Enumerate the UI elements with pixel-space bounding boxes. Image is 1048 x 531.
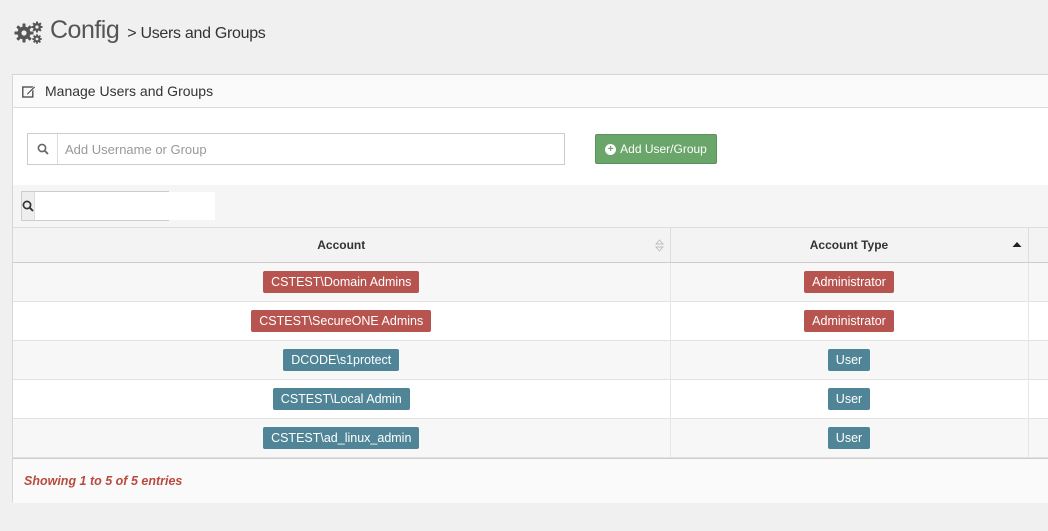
table-row[interactable]: DCODE\s1protect User [13,340,1048,380]
search-icon [22,192,35,220]
account-cell: CSTEST\ad_linux_admin [13,418,671,458]
account-label[interactable]: CSTEST\Local Admin [272,388,410,410]
table-info: Showing 1 to 5 of 5 entries [13,458,1048,503]
account-cell: CSTEST\Local Admin [13,379,671,419]
table-row[interactable]: CSTEST\ad_linux_admin User [13,418,1048,458]
table-filter-field[interactable] [21,191,215,221]
account-type-badge: User [827,388,871,410]
table-filter-input[interactable] [35,192,215,220]
extra-cell [1028,301,1048,341]
column-header-account[interactable]: Account [13,227,671,263]
account-type-badge: Administrator [804,271,894,293]
gears-icon [14,21,43,44]
column-header-account-type-label: Account Type [809,238,889,252]
account-type-cell: User [670,379,1029,419]
column-header-account-type[interactable]: Account Type [670,227,1029,263]
users-table-body: CSTEST\Domain Admins Administrator CSTEST\… [13,262,1048,458]
column-header-extra [1028,227,1048,263]
search-icon [28,134,58,164]
account-cell: DCODE\s1protect [13,340,671,380]
table-row[interactable]: CSTEST\Local Admin User [13,379,1048,419]
account-type-cell: User [670,340,1029,380]
account-type-badge: Administrator [804,310,894,332]
extra-cell [1028,340,1048,380]
plus-circle-icon: + [605,143,617,155]
account-type-cell: Administrator [670,301,1029,341]
table-row[interactable]: CSTEST\SecureONE Admins Administrator [13,301,1048,341]
account-type-badge: User [827,349,871,371]
extra-cell [1028,262,1048,302]
add-user-row: + Add User/Group [27,133,717,165]
panel-heading: Manage Users and Groups [13,75,1048,108]
account-cell: CSTEST\SecureONE Admins [13,301,671,341]
page-title: Config [50,16,120,44]
add-username-input[interactable] [58,134,564,164]
add-username-field[interactable] [27,133,565,165]
account-label[interactable]: CSTEST\SecureONE Admins [251,310,432,332]
sort-ascending-icon [1012,242,1021,247]
extra-cell [1028,418,1048,458]
account-label[interactable]: DCODE\s1protect [283,349,400,371]
table-toolbar [13,185,1048,227]
account-type-badge: User [827,427,871,449]
page-header: Config > Users and Groups [14,16,266,50]
account-label[interactable]: CSTEST\ad_linux_admin [263,427,420,449]
account-type-cell: User [670,418,1029,458]
account-type-cell: Administrator [670,262,1029,302]
add-user-group-button[interactable]: + Add User/Group [595,134,717,164]
users-table: Account Account Type CSTEST\Domain Admin… [13,227,1048,458]
account-cell: CSTEST\Domain Admins [13,262,671,302]
manage-users-panel: Manage Users and Groups + Add User/Group… [12,74,1048,503]
column-header-account-label: Account [317,238,366,252]
edit-icon [22,85,36,98]
extra-cell [1028,379,1048,419]
add-user-group-label: Add User/Group [620,142,707,156]
panel-heading-label: Manage Users and Groups [45,83,214,99]
table-row[interactable]: CSTEST\Domain Admins Administrator [13,262,1048,302]
breadcrumb: > Users and Groups [127,25,266,42]
sort-both-icon [654,239,664,252]
account-label[interactable]: CSTEST\Domain Admins [263,271,420,293]
table-info-label: Showing 1 to 5 of 5 entries [24,474,183,488]
